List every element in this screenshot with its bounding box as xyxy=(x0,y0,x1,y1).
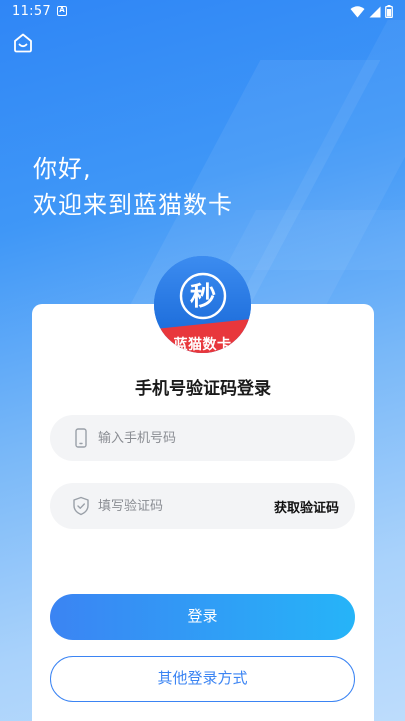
shield-icon xyxy=(73,496,89,516)
signal-icon xyxy=(369,6,381,17)
status-bar: 11:57 A xyxy=(0,0,405,24)
phone-input[interactable] xyxy=(98,415,298,461)
greeting-line-2: 欢迎来到蓝猫数卡 xyxy=(33,191,233,219)
logo-caption: 蓝猫数卡 xyxy=(173,337,232,353)
phone-field xyxy=(50,415,355,461)
code-field: 获取验证码 xyxy=(50,483,355,529)
login-button[interactable]: 登录 xyxy=(50,594,355,640)
notification-icon: A xyxy=(57,6,67,16)
status-icons xyxy=(350,5,393,18)
status-time: 11:57 xyxy=(12,4,51,19)
phone-icon xyxy=(75,428,87,448)
logo-emblem-text: 秒 xyxy=(190,282,216,312)
wifi-icon xyxy=(350,5,365,17)
home-icon[interactable] xyxy=(11,31,35,55)
login-title: 手机号验证码登录 xyxy=(135,379,271,399)
greeting-line-1: 你好, xyxy=(33,155,92,183)
background-shape xyxy=(224,210,405,270)
app-logo: 秒 蓝猫数卡 xyxy=(154,256,251,353)
other-login-methods-button[interactable]: 其他登录方式 xyxy=(50,656,355,702)
get-code-button[interactable]: 获取验证码 xyxy=(274,497,339,516)
seckill-emblem-icon: 秒 xyxy=(179,272,227,320)
verification-code-input[interactable] xyxy=(98,483,298,529)
battery-icon xyxy=(385,5,393,18)
